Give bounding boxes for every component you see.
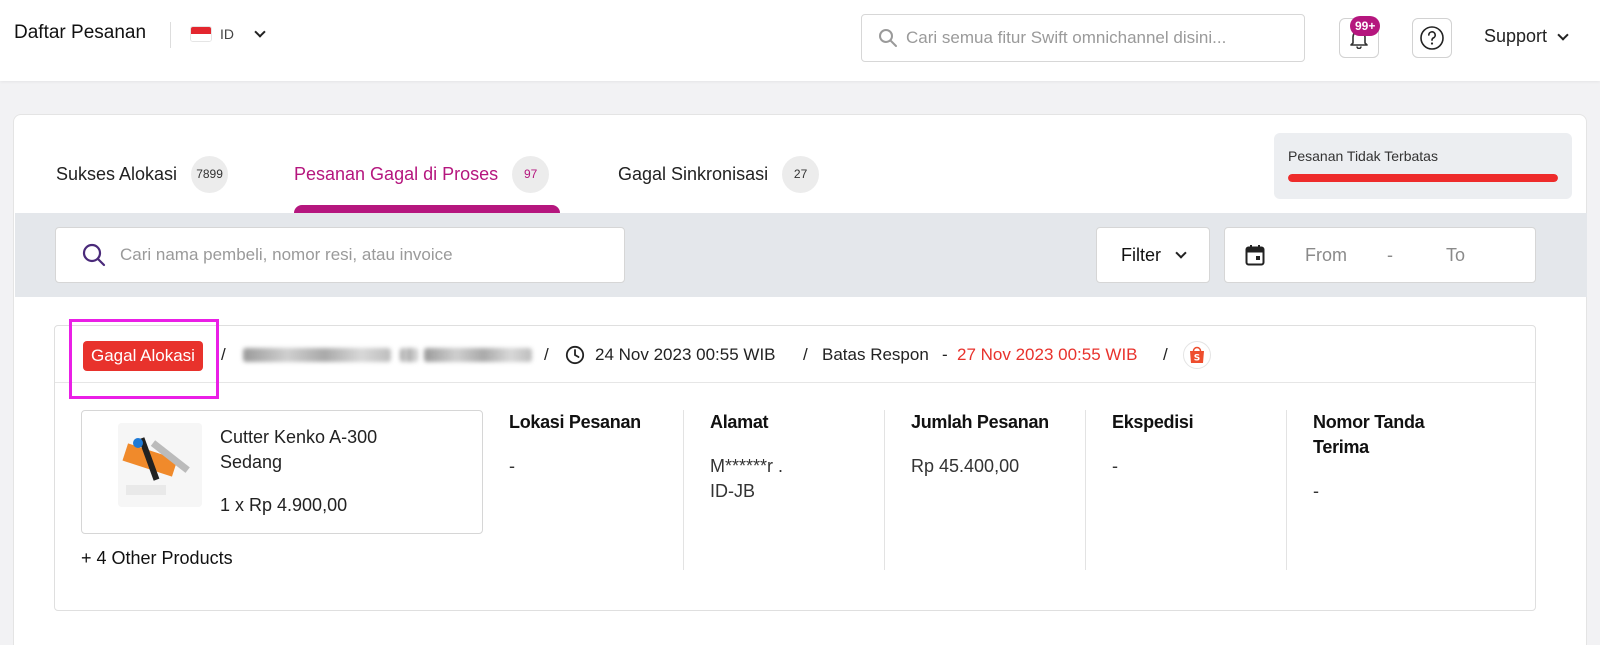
column-header-line: Nomor Tanda (1313, 412, 1425, 432)
tab-count-badge: 7899 (191, 155, 229, 193)
svg-text:S: S (1194, 354, 1200, 364)
date-from-field[interactable]: From (1305, 245, 1347, 266)
tab-sukses-alokasi[interactable]: Sukses Alokasi 7899 (56, 155, 229, 193)
column-value: M******r . ID-JB (710, 454, 880, 504)
column-ekspedisi: Ekspedisi - (1112, 410, 1282, 570)
address-line: M******r . (710, 456, 784, 476)
order-limit-box: Pesanan Tidak Terbatas (1274, 133, 1572, 199)
shopee-logo-icon: S (1183, 341, 1211, 369)
clock-icon (565, 345, 585, 365)
column-header: Alamat (710, 412, 769, 432)
deadline-date: 27 Nov 2023 00:55 WIB (957, 345, 1138, 364)
deadline-label: Batas Respon (822, 345, 929, 364)
column-value: Rp 45.400,00 (911, 456, 1020, 476)
redacted-buyer-name (243, 348, 391, 362)
tab-gagal-sinkronisasi[interactable]: Gagal Sinkronisasi 27 (618, 155, 820, 193)
support-label: Support (1484, 26, 1548, 46)
divider (170, 22, 171, 48)
tab-label: Sukses Alokasi (56, 163, 178, 184)
order-limit-fill (1288, 174, 1558, 182)
global-search-box[interactable] (861, 14, 1305, 62)
support-menu[interactable]: Support (1484, 26, 1569, 47)
help-button[interactable] (1412, 18, 1452, 58)
help-icon (1420, 26, 1444, 50)
order-search-input[interactable] (120, 245, 600, 265)
filter-bar: Filter From - To (15, 213, 1587, 297)
column-divider (683, 410, 684, 570)
column-header: Ekspedisi (1112, 412, 1194, 432)
product-name: Cutter Kenko A-300 Sedang (220, 427, 378, 472)
order-date: 24 Nov 2023 00:55 WIB (595, 345, 776, 364)
other-products-link[interactable]: + 4 Other Products (81, 548, 233, 569)
column-header-line: Terima (1313, 437, 1369, 457)
column-header: Lokasi Pesanan (509, 412, 641, 432)
product-qty-price: 1 x Rp 4.900,00 (220, 495, 348, 515)
page-title: Daftar Pesanan (14, 22, 147, 43)
search-icon (879, 29, 897, 47)
language-code: ID (220, 26, 234, 42)
product-card[interactable]: Cutter Kenko A-300 Sedang 1 x Rp 4.900,0… (81, 410, 483, 534)
order-header: Gagal Alokasi / / 24 Nov 2023 00:55 WIB … (55, 319, 1535, 399)
orders-card: Sukses Alokasi 7899 Pesanan Gagal di Pro… (13, 114, 1587, 645)
date-separator: - (1387, 245, 1393, 265)
separator: / (1163, 345, 1168, 364)
filter-label: Filter (1121, 244, 1161, 265)
search-icon (82, 243, 106, 267)
column-lokasi-pesanan: Lokasi Pesanan - (509, 410, 679, 570)
tab-pesanan-gagal[interactable]: Pesanan Gagal di Proses 97 (294, 155, 550, 193)
separator: / (803, 345, 808, 364)
redacted-text (400, 348, 418, 362)
order-limit-bar (1288, 174, 1558, 182)
tab-count-badge: 97 (512, 155, 550, 193)
date-to-field[interactable]: To (1446, 245, 1465, 266)
order-search-box[interactable] (55, 227, 625, 283)
chevron-down-icon (254, 26, 266, 38)
column-value: - (1313, 481, 1319, 501)
tab-label: Pesanan Gagal di Proses (294, 163, 499, 184)
global-search-input[interactable] (906, 28, 1286, 48)
separator: / (221, 345, 226, 364)
order-limit-label: Pesanan Tidak Terbatas (1288, 148, 1438, 164)
product-image (118, 423, 202, 507)
status-highlight-box (69, 319, 219, 399)
column-jumlah-pesanan: Jumlah Pesanan Rp 45.400,00 (911, 410, 1081, 570)
column-divider (1085, 410, 1086, 570)
column-nomor-tanda-terima: Nomor Tanda Terima - (1313, 410, 1483, 570)
column-header: Jumlah Pesanan (911, 412, 1049, 432)
address-line: ID-JB (710, 481, 755, 501)
filter-button[interactable]: Filter (1096, 227, 1210, 283)
language-selector[interactable]: ID (190, 26, 266, 42)
redacted-invoice (424, 348, 532, 362)
deadline-dash: - (942, 345, 948, 364)
column-alamat: Alamat M******r . ID-JB (710, 410, 880, 570)
chevron-down-icon (1557, 28, 1569, 41)
column-divider (1286, 410, 1287, 570)
top-bar: Daftar Pesanan ID 99+ Support (0, 0, 1600, 81)
tab-label: Gagal Sinkronisasi (618, 163, 769, 184)
date-range-picker[interactable]: From - To (1224, 227, 1536, 283)
calendar-icon (1245, 245, 1265, 266)
column-header: Nomor Tanda Terima (1313, 410, 1483, 460)
chevron-down-icon (1175, 247, 1187, 259)
column-value: - (509, 456, 515, 476)
tab-count-badge: 27 (782, 155, 820, 193)
separator: / (544, 345, 549, 364)
notification-count-badge: 99+ (1350, 16, 1381, 36)
indonesia-flag-icon (190, 26, 212, 42)
column-value: - (1112, 456, 1118, 476)
column-divider (884, 410, 885, 570)
order-card[interactable]: Gagal Alokasi / / 24 Nov 2023 00:55 WIB … (54, 319, 1536, 611)
